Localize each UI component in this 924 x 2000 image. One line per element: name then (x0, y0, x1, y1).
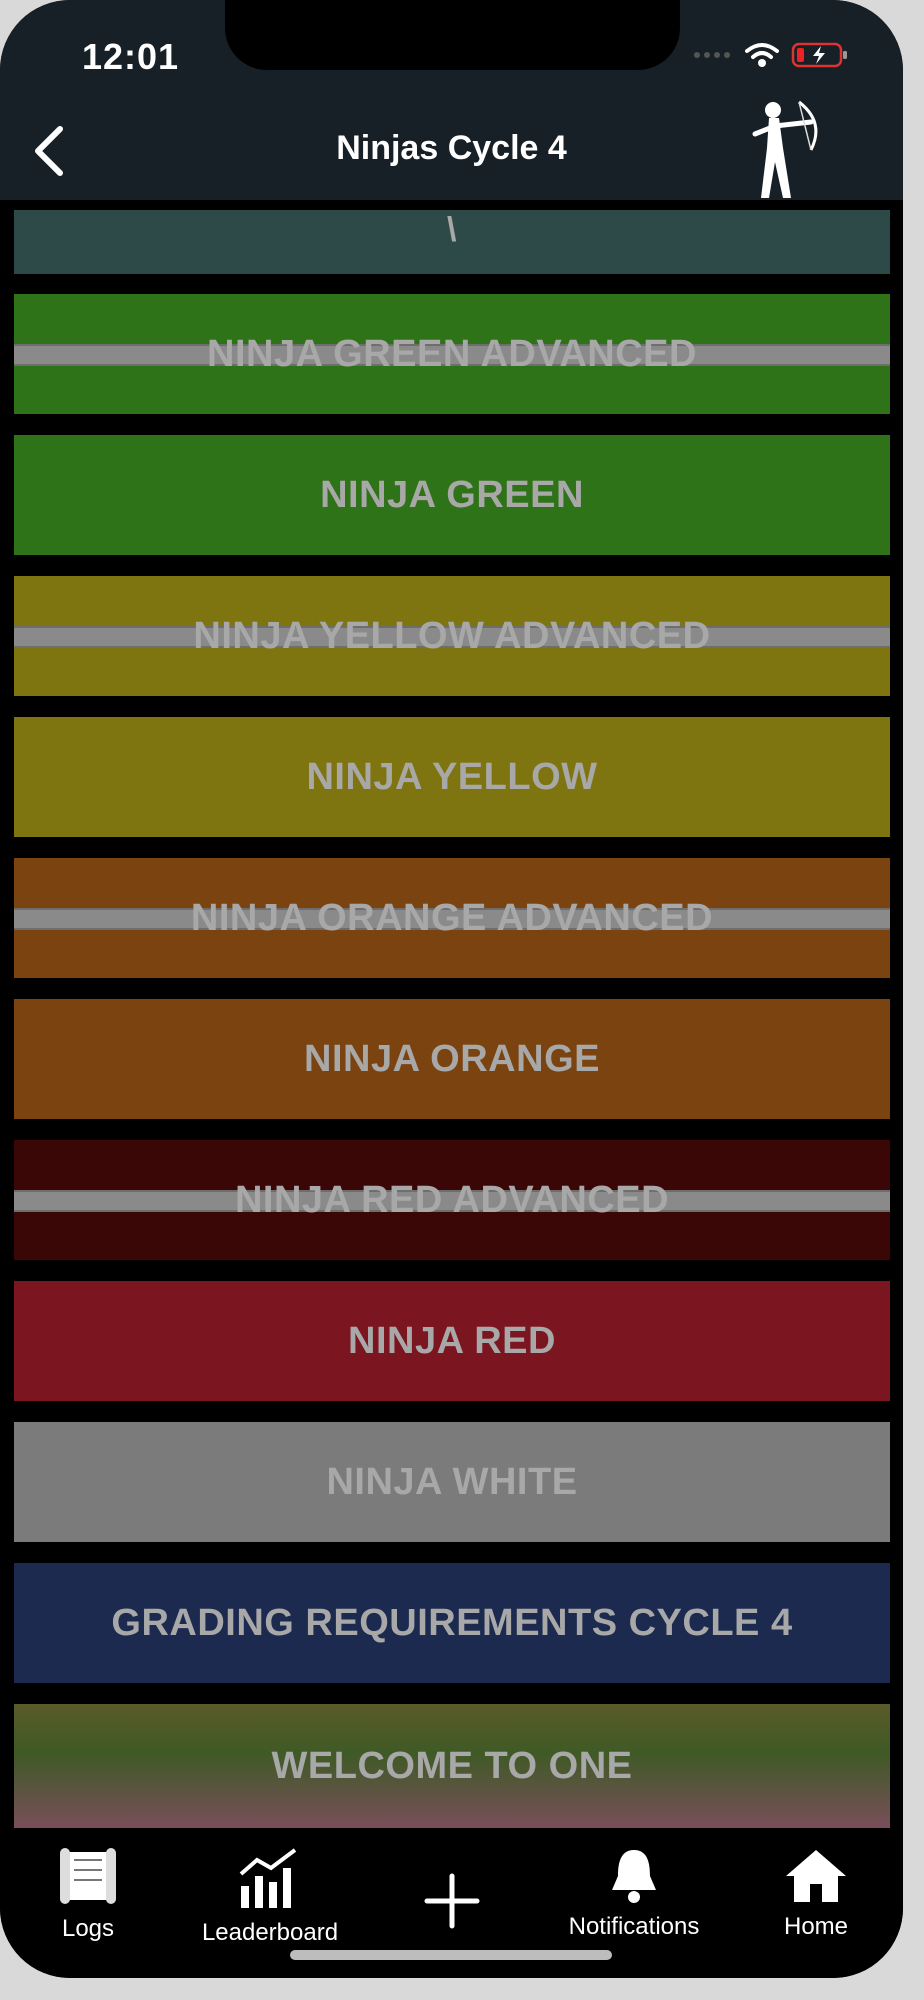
course-card[interactable]: \ (14, 210, 890, 274)
battery-icon (791, 42, 847, 68)
course-card[interactable]: NINJA YELLOW ADVANCED (14, 576, 890, 696)
tab-add[interactable] (420, 1872, 484, 1935)
course-card[interactable]: NINJA RED (14, 1281, 890, 1401)
tab-leaderboard[interactable]: Leaderboard (192, 1846, 348, 1947)
course-card[interactable]: NINJA GREEN ADVANCED (14, 294, 890, 414)
course-card-label: WELCOME TO ONE (271, 1744, 633, 1787)
course-card-label: NINJA ORANGE ADVANCED (190, 896, 714, 939)
course-card[interactable]: NINJA YELLOW (14, 717, 890, 837)
course-card[interactable]: NINJA ORANGE ADVANCED (14, 858, 890, 978)
tab-logs[interactable]: Logs (44, 1846, 132, 1943)
status-bar: 12:01 (0, 0, 903, 105)
course-card-label: NINJA WHITE (326, 1460, 578, 1503)
notch (225, 0, 680, 70)
course-card-label: \ (447, 210, 457, 249)
course-card-label: GRADING REQUIREMENTS CYCLE 4 (111, 1601, 793, 1644)
status-time: 12:01 (82, 36, 180, 77)
tab-notifications[interactable]: Notifications (560, 1846, 708, 1941)
signal-icon (694, 52, 730, 58)
course-card[interactable]: GRADING REQUIREMENTS CYCLE 4 (14, 1563, 890, 1683)
course-list: \ NINJA GREEN ADVANCED NINJA GREEN NINJA YE… (0, 200, 903, 1828)
course-card-label: NINJA GREEN ADVANCED (207, 332, 697, 375)
course-card[interactable]: WELCOME TO ONE (14, 1704, 890, 1828)
course-card[interactable]: NINJA GREEN (14, 435, 890, 555)
bar-chart-icon (239, 1848, 297, 1908)
phone-frame: 12:01 Ninjas Cycle 4 \ NINJA GREEN ADVAN… (0, 0, 903, 1978)
wifi-icon (745, 43, 779, 67)
tab-label-notifications: Notifications (568, 1913, 700, 1940)
tab-label-leaderboard: Leaderboard (201, 1919, 339, 1946)
course-card-label: NINJA ORANGE (304, 1037, 600, 1080)
archer-logo-icon (752, 100, 818, 198)
course-card-label: NINJA GREEN (320, 473, 584, 516)
plus-icon (424, 1873, 480, 1929)
course-card[interactable]: NINJA ORANGE (14, 999, 890, 1119)
status-icons (693, 40, 849, 70)
course-card-label: NINJA YELLOW ADVANCED (193, 614, 711, 657)
bell-icon (612, 1850, 656, 1903)
course-card[interactable]: NINJA WHITE (14, 1422, 890, 1542)
tab-home[interactable]: Home (776, 1846, 856, 1941)
tab-label-logs: Logs (61, 1915, 115, 1942)
home-icon (786, 1850, 846, 1902)
course-card-label: NINJA RED (348, 1319, 556, 1362)
home-indicator (290, 1950, 612, 1960)
course-card[interactable]: NINJA RED ADVANCED (14, 1140, 890, 1260)
scroll-icon (60, 1848, 116, 1904)
tab-label-home: Home (783, 1913, 849, 1940)
course-card-label: NINJA RED ADVANCED (234, 1178, 670, 1221)
course-card-label: NINJA YELLOW (306, 755, 598, 798)
